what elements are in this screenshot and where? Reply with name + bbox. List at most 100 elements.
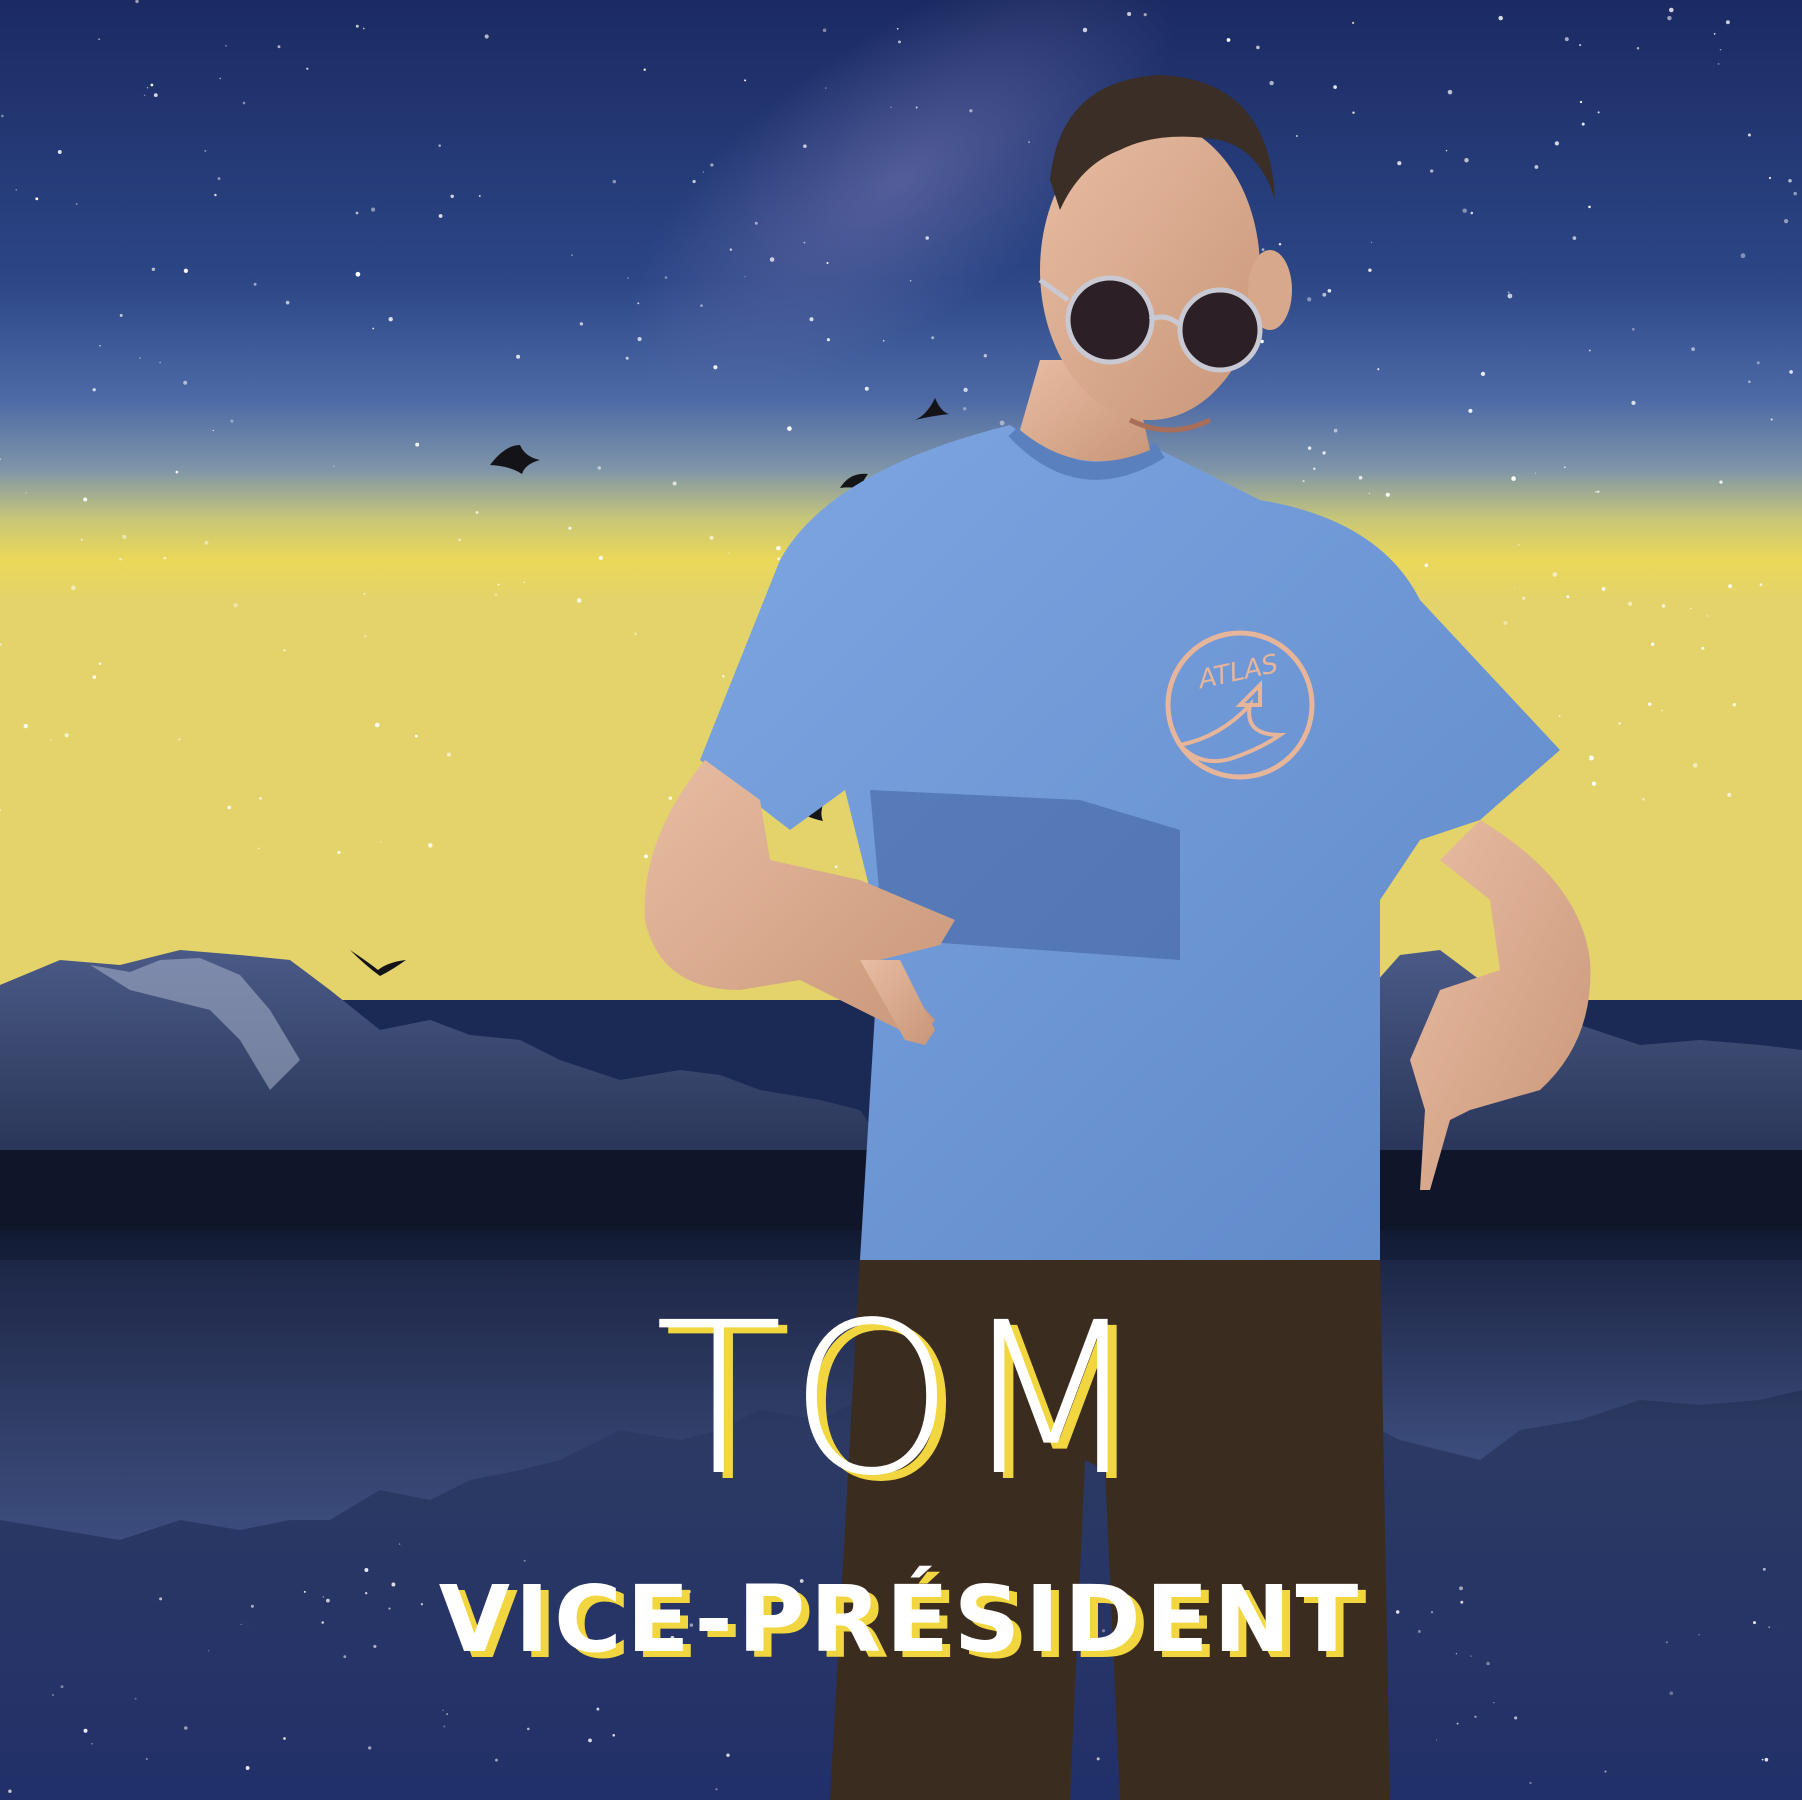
star-reflection	[1493, 1701, 1495, 1704]
star	[1333, 428, 1338, 433]
star-reflection	[799, 1579, 804, 1583]
star-reflection	[145, 1757, 148, 1761]
star	[212, 429, 214, 432]
star	[64, 733, 69, 738]
star-reflection	[1529, 1781, 1532, 1785]
star	[153, 93, 158, 97]
star-reflection	[134, 1697, 137, 1700]
star	[70, 585, 76, 591]
star	[1689, 607, 1692, 610]
star	[355, 271, 361, 277]
star-reflection	[825, 1617, 829, 1620]
star	[363, 592, 366, 595]
star	[1789, 370, 1793, 374]
star	[175, 470, 179, 474]
star-reflection	[588, 1738, 592, 1743]
star	[1447, 89, 1453, 95]
star-reflection	[1430, 1611, 1434, 1614]
star	[754, 221, 758, 225]
star	[1783, 218, 1789, 224]
star	[253, 282, 257, 286]
star-reflection	[1486, 1661, 1490, 1666]
star	[92, 675, 97, 679]
star	[776, 545, 781, 551]
star	[227, 805, 232, 810]
star	[1747, 133, 1751, 137]
star	[516, 354, 521, 359]
star	[722, 674, 725, 678]
star	[710, 163, 714, 167]
star	[1627, 601, 1633, 607]
star	[183, 380, 188, 385]
star	[25, 492, 27, 494]
star	[1563, 466, 1566, 469]
star-reflection	[364, 1568, 369, 1572]
star	[204, 149, 207, 152]
star	[1692, 763, 1698, 768]
star	[822, 28, 827, 33]
star-reflection	[1395, 1610, 1400, 1614]
star	[834, 865, 838, 869]
star-reflection	[283, 1737, 286, 1740]
star	[1667, 15, 1672, 21]
star	[388, 317, 393, 322]
star	[1503, 620, 1508, 625]
star-reflection	[240, 1623, 242, 1626]
star	[728, 552, 730, 554]
star	[151, 267, 156, 272]
star	[1759, 583, 1763, 587]
star	[1793, 191, 1797, 196]
star	[1534, 165, 1539, 169]
star	[579, 322, 584, 326]
star	[178, 738, 181, 741]
star	[597, 466, 602, 470]
star-reflection	[726, 1753, 730, 1757]
star-reflection	[1669, 1691, 1674, 1696]
star	[233, 603, 238, 608]
star	[825, 87, 827, 89]
star-reflection	[1460, 1600, 1464, 1604]
star	[1588, 205, 1591, 209]
star	[379, 840, 382, 843]
star	[1534, 472, 1537, 474]
star	[664, 276, 668, 279]
star	[1143, 13, 1147, 17]
star	[1732, 703, 1737, 707]
star-reflection	[495, 1758, 498, 1762]
star	[159, 361, 161, 364]
star-reflection	[442, 1709, 444, 1712]
star	[1385, 492, 1390, 497]
star	[98, 662, 102, 665]
star	[692, 179, 696, 184]
star	[139, 357, 141, 359]
star	[1351, 21, 1355, 25]
star	[1226, 38, 1231, 42]
star	[925, 236, 929, 240]
star	[1307, 446, 1312, 450]
star-reflection	[391, 1582, 396, 1587]
star	[50, 739, 52, 741]
star	[122, 534, 127, 540]
star-reflection	[596, 1707, 600, 1711]
star-reflection	[373, 1644, 377, 1648]
star	[484, 34, 489, 39]
star	[1661, 709, 1664, 712]
star	[898, 40, 901, 44]
star	[909, 279, 912, 282]
star	[163, 556, 167, 560]
star	[1725, 20, 1730, 25]
star-reflection	[250, 1604, 254, 1608]
star	[225, 45, 227, 47]
star-reflection	[689, 1623, 694, 1627]
star	[1256, 45, 1260, 50]
star-reflection	[1762, 1567, 1766, 1571]
star	[283, 649, 286, 652]
star	[1127, 11, 1132, 17]
star	[99, 345, 101, 347]
star-reflection	[1459, 1586, 1463, 1591]
star	[1668, 7, 1674, 13]
star	[999, 420, 1005, 426]
star	[702, 171, 705, 173]
star	[1507, 293, 1513, 299]
star	[826, 261, 829, 265]
